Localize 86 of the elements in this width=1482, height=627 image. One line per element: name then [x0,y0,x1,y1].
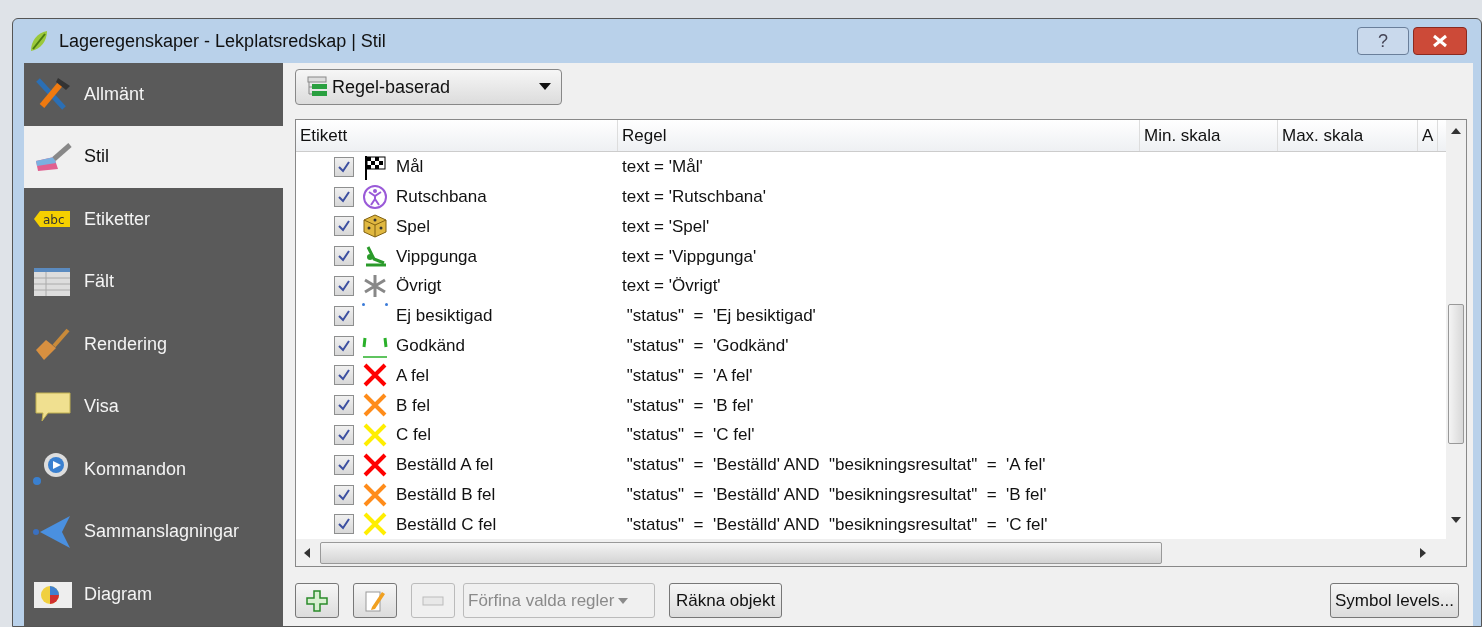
scroll-down-icon [1451,517,1461,523]
dropdown-caret-icon [618,597,629,604]
window-title: Lageregenskaper - Lekplatsredskap | Stil [59,29,386,53]
checkbox[interactable] [334,246,354,267]
rule-label: Övrigt [396,275,442,298]
rule-label: Ej besiktigad [396,305,493,328]
sidebar-item[interactable]: Stil [24,125,283,188]
symbol-levels-button[interactable]: Symbol levels... [1329,583,1459,618]
check-icon [338,280,350,293]
checkbox[interactable] [334,484,354,505]
rule-expression: "status" = 'Beställd' AND "besikningsresultat" = 'A fel' [625,454,1046,477]
rule-expression: text = 'Rutschbana' [621,185,766,208]
checkbox[interactable] [334,186,354,207]
rule-label: Beställd B fel [396,483,496,506]
dice-icon [362,213,388,240]
rule-expression: text = 'Vippgunga' [621,245,757,268]
rule-label: B fel [396,394,431,417]
rule-expression: text = 'Övrigt' [621,275,721,298]
column-header[interactable]: A [1418,120,1439,151]
checkered-flag-icon [362,153,388,180]
rule-expression: "status" = 'B fel' [625,394,754,417]
rule-expression: "status" = 'Godkänd' [625,334,789,357]
scroll-right-icon [1420,547,1426,558]
check-icon [338,488,350,501]
check-icon [338,399,350,412]
minus-icon [422,595,444,606]
checkbox[interactable] [334,395,354,416]
rule-expression: "status" = 'Ej besiktigad' [625,305,816,328]
checkbox[interactable] [334,335,354,356]
rule-label: Beställd C fel [396,513,497,536]
rule-label: Mål [396,156,424,179]
rule-label: Godkänd [396,334,465,357]
check-icon [338,220,350,233]
scroll-thumb[interactable] [320,541,1162,564]
checkbox[interactable] [334,514,354,535]
check-icon [338,339,350,352]
count-features-button[interactable]: Räkna objekt [669,583,783,618]
checkbox[interactable] [334,425,354,446]
check-icon [338,160,350,173]
checkbox[interactable] [334,305,354,326]
column-header[interactable]: Regel [618,120,1140,151]
rule-expression: "status" = 'Beställd' AND "besikningsresultat" = 'C fel' [625,513,1048,536]
rule-label: Spel [396,215,431,238]
check-icon [338,369,350,382]
check-icon [338,190,350,203]
scroll-left-icon [304,547,310,558]
column-header[interactable]: Etikett [296,120,618,151]
checkbox[interactable] [334,156,354,177]
vertical-scrollbar[interactable] [1446,120,1466,539]
column-header[interactable]: Min. skala [1140,120,1278,151]
asterisk-icon [362,273,388,300]
rule-expression: "status" = 'Beställd' AND "besikningsresultat" = 'B fel' [625,483,1047,506]
arrow-icon [32,513,72,550]
pencil-icon [364,588,386,613]
renderer-dropdown[interactable]: Regel-baserad [295,69,562,105]
rule-label: C fel [396,424,431,447]
rule-expression: "status" = 'A fel' [625,364,753,387]
rule-expression: text = 'Mål' [621,156,703,179]
help-button[interactable]: ? [1357,27,1409,55]
rule-expression: "status" = 'C fel' [625,424,755,447]
person-circle-icon [362,183,388,210]
scroll-thumb[interactable] [1448,304,1464,444]
check-icon [338,429,350,442]
scroll-up-icon [1451,128,1461,134]
add-rule-button[interactable] [295,583,339,618]
close-icon [1432,34,1448,48]
check-icon [338,250,350,263]
rule-expression: text = 'Spel' [621,215,710,238]
horizontal-scrollbar[interactable] [296,539,1466,566]
checkbox[interactable] [334,216,354,237]
rule-list-icon [306,76,328,98]
checkbox[interactable] [334,365,354,386]
column-header[interactable]: Max. skala [1278,120,1418,151]
plus-icon [306,589,328,612]
rule-label: Vippgunga [396,245,477,268]
rule-label: Beställd A fel [396,454,494,477]
close-button[interactable] [1413,27,1467,55]
checkbox[interactable] [334,276,354,297]
dropdown-caret-icon [539,83,551,91]
check-icon [338,518,350,531]
rule-label: Rutschbana [396,185,487,208]
check-icon [338,458,350,471]
rule-label: A fel [396,364,430,387]
checkbox[interactable] [334,454,354,475]
check-icon [338,309,350,322]
edit-rule-button[interactable] [353,583,397,618]
